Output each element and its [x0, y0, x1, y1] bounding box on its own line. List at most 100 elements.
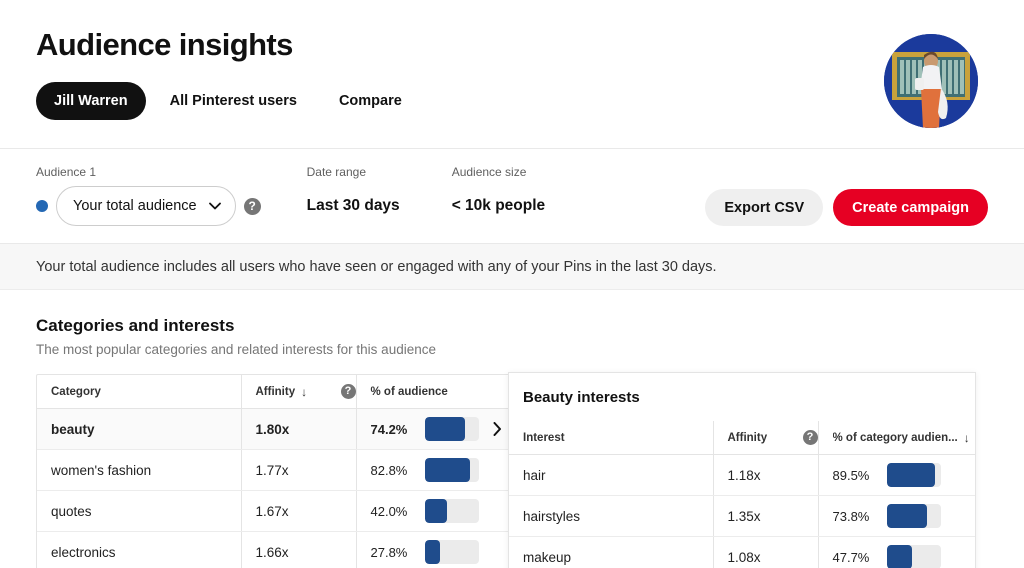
audience-label: Audience 1 — [36, 165, 261, 179]
table-row[interactable]: beauty1.80x 74.2% — [37, 409, 513, 450]
date-range-filter: Date range Last 30 days — [307, 165, 400, 226]
audience-select[interactable]: Your total audience — [56, 186, 236, 226]
bar-track — [425, 499, 480, 523]
audience-help-icon[interactable]: ? — [244, 198, 261, 215]
cell-pct-category-audience: 89.5% — [818, 455, 975, 496]
cell-interest: makeup — [509, 537, 713, 568]
bar-value-label: 82.8% — [371, 463, 415, 478]
cell-interest: hair — [509, 455, 713, 496]
col-interest-affinity[interactable]: Affinity ? — [713, 421, 818, 455]
categories-table: Category Affinity ↓ ? % of audience — [36, 374, 514, 568]
col-pct-audience-label: % of audience — [371, 386, 448, 398]
col-category[interactable]: Category — [37, 375, 241, 409]
bar-value-label: 74.2% — [371, 422, 415, 437]
export-csv-button[interactable]: Export CSV — [705, 189, 823, 226]
table-row[interactable]: hair1.18x 89.5% — [509, 455, 975, 496]
col-interest-label: Interest — [523, 432, 565, 444]
col-category-label: Category — [51, 386, 101, 398]
interests-panel-title: Beauty interests — [509, 373, 975, 421]
header-actions: Export CSV Create campaign — [705, 189, 988, 226]
bar-cell: 27.8% — [371, 540, 514, 564]
categories-header-row: Category Affinity ↓ ? % of audience — [37, 375, 513, 409]
col-affinity-label: Affinity — [256, 386, 296, 398]
bar-cell: 73.8% — [833, 504, 976, 528]
bar-track — [887, 463, 942, 487]
sort-descending-icon: ↓ — [301, 385, 307, 399]
table-row[interactable]: makeup1.08x 47.7% — [509, 537, 975, 568]
audience-size-filter: Audience size < 10k people — [452, 165, 545, 226]
sort-descending-icon: ↓ — [964, 431, 970, 445]
cell-pct-category-audience: 47.7% — [818, 537, 975, 568]
bar-track — [425, 458, 480, 482]
audience-color-dot — [36, 200, 48, 212]
cell-affinity: 1.67x — [241, 491, 356, 532]
page-header: Audience insights Jill Warren All Pinter… — [0, 0, 1024, 149]
bar-fill — [425, 417, 465, 441]
bar-fill — [887, 463, 936, 487]
chevron-down-icon — [209, 202, 221, 210]
bar-value-label: 89.5% — [833, 468, 877, 483]
audience-size-label: Audience size — [452, 165, 545, 179]
bar-cell: 47.7% — [833, 545, 976, 568]
audience-select-value: Your total audience — [73, 198, 197, 214]
filter-bar: Audience 1 Your total audience ? Date ra… — [0, 149, 1024, 244]
tab-all-pinterest-users[interactable]: All Pinterest users — [152, 82, 315, 120]
cell-affinity: 1.80x — [241, 409, 356, 450]
bar-value-label: 47.7% — [833, 550, 877, 565]
col-pct-category-audience[interactable]: % of category audien... ↓ — [818, 421, 975, 455]
cell-interest: hairstyles — [509, 496, 713, 537]
bar-fill — [425, 540, 440, 564]
cell-category: beauty — [37, 409, 241, 450]
tab-compare[interactable]: Compare — [321, 82, 420, 120]
cell-category: electronics — [37, 532, 241, 568]
cell-affinity: 1.77x — [241, 450, 356, 491]
bar-track — [887, 545, 942, 568]
categories-section: Categories and interests The most popula… — [0, 290, 1024, 568]
bar-fill — [425, 458, 470, 482]
bar-fill — [887, 504, 927, 528]
interests-header-row: Interest Affinity ? % of category audi — [509, 421, 975, 455]
cell-pct-audience: 82.8% — [356, 450, 513, 491]
date-range-label: Date range — [307, 165, 400, 179]
create-campaign-button[interactable]: Create campaign — [833, 189, 988, 226]
audience-filter: Audience 1 Your total audience ? — [36, 165, 261, 226]
bar-value-label: 73.8% — [833, 509, 877, 524]
bar-cell: 82.8% — [371, 458, 514, 482]
bar-fill — [887, 545, 913, 568]
bar-value-label: 27.8% — [371, 545, 415, 560]
expand-row-chevron[interactable] — [489, 422, 505, 436]
interest-affinity-help-icon[interactable]: ? — [803, 430, 818, 445]
col-pct-category-label: % of category audien... — [833, 432, 958, 444]
avatar[interactable] — [884, 34, 978, 128]
bar-cell: 89.5% — [833, 463, 976, 487]
cell-pct-audience: 42.0% — [356, 491, 513, 532]
table-row[interactable]: quotes1.67x 42.0% — [37, 491, 513, 532]
table-row[interactable]: women's fashion1.77x82.8% — [37, 450, 513, 491]
col-interest-affinity-label: Affinity — [728, 432, 768, 444]
bar-track — [425, 417, 480, 441]
date-range-value: Last 30 days — [307, 186, 400, 226]
cell-pct-category-audience: 73.8% — [818, 496, 975, 537]
avatar-photo — [884, 34, 978, 128]
info-banner: Your total audience includes all users w… — [0, 244, 1024, 290]
cell-interest-affinity: 1.35x — [713, 496, 818, 537]
cell-category: quotes — [37, 491, 241, 532]
tables-wrapper: Category Affinity ↓ ? % of audience — [36, 374, 988, 568]
interests-panel: Beauty interests Interest Affinity ? — [508, 372, 976, 568]
info-banner-text: Your total audience includes all users w… — [36, 259, 717, 275]
table-row[interactable]: electronics1.66x 27.8% — [37, 532, 513, 568]
cell-interest-affinity: 1.18x — [713, 455, 818, 496]
page-title: Audience insights — [36, 26, 988, 64]
cell-affinity: 1.66x — [241, 532, 356, 568]
cell-interest-affinity: 1.08x — [713, 537, 818, 568]
audience-tabs: Jill Warren All Pinterest users Compare — [36, 82, 988, 120]
affinity-help-icon[interactable]: ? — [341, 384, 356, 399]
col-pct-audience[interactable]: % of audience — [356, 375, 513, 409]
bar-cell: 42.0% — [371, 499, 514, 523]
table-row[interactable]: hairstyles1.35x 73.8% — [509, 496, 975, 537]
col-interest[interactable]: Interest — [509, 421, 713, 455]
col-affinity[interactable]: Affinity ↓ ? — [241, 375, 356, 409]
bar-value-label: 42.0% — [371, 504, 415, 519]
section-title: Categories and interests — [36, 315, 988, 337]
tab-jill-warren[interactable]: Jill Warren — [36, 82, 146, 120]
